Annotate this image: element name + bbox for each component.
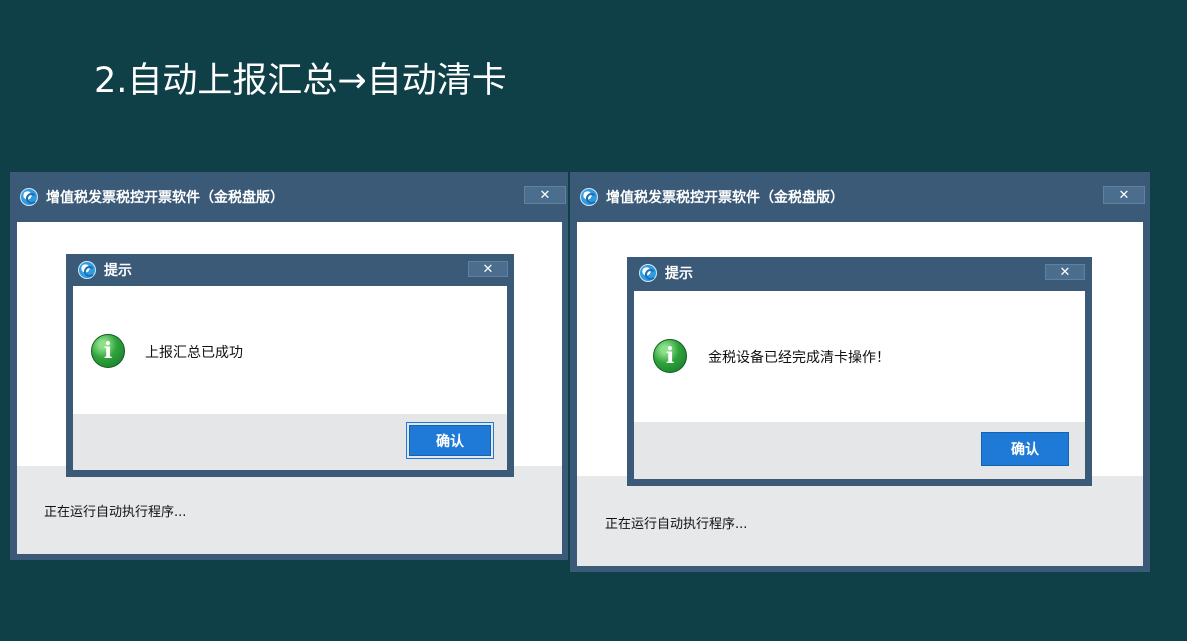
window-close-button[interactable]: ✕ bbox=[524, 186, 566, 204]
window-close-button[interactable]: ✕ bbox=[1103, 186, 1145, 204]
dialog-title: 提示 bbox=[104, 263, 132, 279]
dialog-footer: 确认 bbox=[634, 422, 1085, 479]
confirm-button[interactable]: 确认 bbox=[406, 422, 494, 459]
info-icon: i bbox=[91, 334, 125, 368]
window-titlebar: 增值税发票税控开票软件（金税盘版） ✕ bbox=[570, 172, 1150, 222]
dialog-title: 提示 bbox=[665, 266, 693, 282]
app-logo-icon bbox=[580, 188, 598, 206]
window-titlebar: 增值税发票税控开票软件（金税盘版） ✕ bbox=[10, 172, 568, 222]
dialog-message: 金税设备已经完成清卡操作！ bbox=[708, 350, 890, 366]
window-title: 增值税发票税控开票软件（金税盘版） bbox=[46, 190, 284, 206]
dialog-close-button[interactable]: ✕ bbox=[468, 261, 508, 277]
status-text: 正在运行自动执行程序... bbox=[605, 517, 748, 532]
app-logo-icon bbox=[639, 264, 657, 282]
dialog-close-button[interactable]: ✕ bbox=[1045, 264, 1085, 280]
dialog-footer: 确认 bbox=[73, 414, 507, 470]
dialog-body: i 上报汇总已成功 bbox=[73, 286, 507, 414]
slide-title: 2.自动上报汇总→自动清卡 bbox=[94, 61, 507, 101]
info-icon: i bbox=[653, 339, 687, 373]
confirm-button[interactable]: 确认 bbox=[981, 432, 1069, 466]
message-dialog-right: 提示 ✕ i 金税设备已经完成清卡操作！ 确认 bbox=[627, 257, 1092, 486]
app-logo-icon bbox=[20, 188, 38, 206]
message-dialog-left: 提示 ✕ i 上报汇总已成功 确认 bbox=[66, 254, 514, 477]
app-logo-icon bbox=[78, 261, 96, 279]
status-text: 正在运行自动执行程序... bbox=[44, 505, 187, 520]
dialog-body: i 金税设备已经完成清卡操作！ bbox=[634, 291, 1085, 422]
window-title: 增值税发票税控开票软件（金税盘版） bbox=[606, 190, 844, 206]
status-bar: 正在运行自动执行程序... bbox=[577, 476, 1143, 566]
dialog-titlebar: 提示 ✕ bbox=[66, 254, 514, 286]
dialog-message: 上报汇总已成功 bbox=[145, 345, 243, 361]
dialog-titlebar: 提示 ✕ bbox=[627, 257, 1092, 289]
status-bar: 正在运行自动执行程序... bbox=[17, 466, 562, 554]
